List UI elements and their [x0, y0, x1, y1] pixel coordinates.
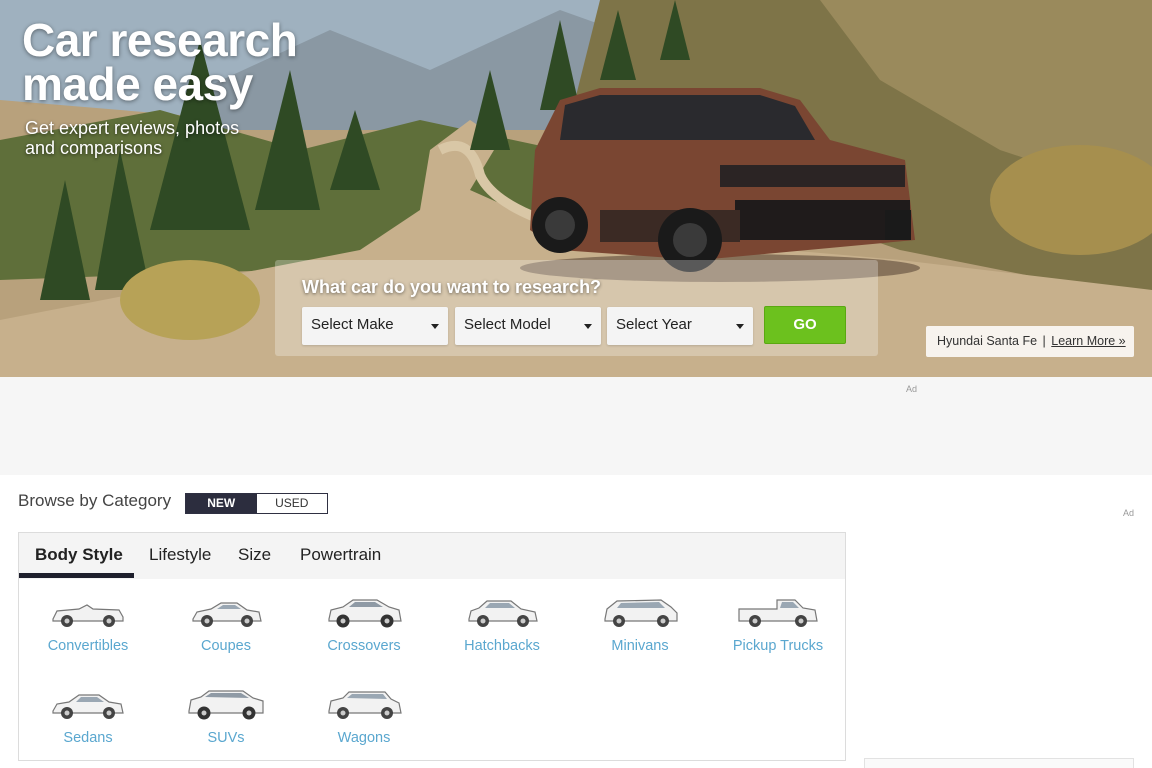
learn-more-link[interactable]: Learn More »	[1051, 334, 1125, 348]
side-ad-label: Ad	[1123, 508, 1135, 518]
go-button[interactable]: GO	[764, 306, 846, 344]
category-label: Convertibles	[47, 638, 129, 654]
select-make-value: Select Make	[311, 316, 394, 333]
select-model-dropdown[interactable]: Select Model	[455, 307, 601, 345]
category-panel: Body Style Lifestyle Size Powertrain Con…	[18, 532, 846, 761]
category-tabs: Body Style Lifestyle Size Powertrain	[19, 533, 845, 579]
category-label: SUVs	[207, 730, 245, 746]
hero-subtitle-line1: Get expert reviews, photos	[25, 118, 240, 138]
hero-title: Car research made easy	[22, 14, 298, 110]
category-coupes[interactable]: Coupes	[157, 597, 295, 654]
category-label: Hatchbacks	[464, 638, 540, 654]
active-tab-indicator	[19, 573, 134, 578]
hero-banner: Car research made easy Get expert review…	[0, 0, 1152, 377]
promo-separator: |	[1042, 334, 1046, 348]
coupe-icon	[192, 602, 262, 627]
sedan-icon	[52, 694, 124, 719]
category-minivans[interactable]: Minivans	[571, 597, 709, 654]
crossover-icon	[328, 599, 402, 628]
category-label: Wagons	[337, 730, 391, 746]
ad-label: Ad	[906, 384, 918, 394]
category-label: Sedans	[63, 730, 113, 746]
browse-title: Browse by Category	[18, 491, 172, 510]
select-year-value: Select Year	[616, 316, 692, 333]
search-question: What car do you want to research?	[302, 277, 602, 297]
hero-title-line2: made easy	[22, 58, 253, 110]
hatchback-icon	[468, 600, 538, 627]
pickup-truck-icon	[738, 599, 818, 627]
minivan-icon	[604, 599, 678, 627]
convertible-icon	[52, 604, 124, 627]
toggle-used[interactable]: USED	[256, 494, 327, 513]
category-sedans[interactable]: Sedans	[19, 689, 157, 746]
caret-down-icon	[584, 324, 592, 329]
select-year-dropdown[interactable]: Select Year	[607, 307, 753, 345]
hero-subtitle: Get expert reviews, photos and compariso…	[25, 118, 239, 158]
category-hatchbacks[interactable]: Hatchbacks	[433, 597, 571, 654]
caret-down-icon	[736, 324, 744, 329]
category-wagons[interactable]: Wagons	[295, 689, 433, 746]
hero-title-line1: Car research	[22, 14, 298, 66]
tab-powertrain[interactable]: Powertrain	[300, 545, 381, 565]
caret-down-icon	[431, 324, 439, 329]
tab-lifestyle[interactable]: Lifestyle	[149, 545, 211, 565]
select-make-dropdown[interactable]: Select Make	[302, 307, 448, 345]
select-model-value: Select Model	[464, 316, 551, 333]
wagon-icon	[328, 691, 402, 719]
suv-icon	[188, 690, 264, 720]
category-crossovers[interactable]: Crossovers	[295, 597, 433, 654]
tab-body-style[interactable]: Body Style	[35, 545, 123, 565]
category-suvs[interactable]: SUVs	[157, 689, 295, 746]
top-ad-slot: Ad	[0, 377, 1152, 475]
hero-subtitle-line2: and comparisons	[25, 138, 163, 158]
category-convertibles[interactable]: Convertibles	[19, 597, 157, 654]
sidebar-card	[864, 758, 1134, 768]
car-search-box: What car do you want to research? Select…	[275, 260, 878, 356]
category-label: Pickup Trucks	[732, 638, 824, 654]
category-label: Minivans	[611, 638, 669, 654]
promo-vehicle: Hyundai Santa Fe	[937, 334, 1038, 348]
category-label: Coupes	[201, 638, 251, 654]
category-label: Crossovers	[327, 638, 401, 654]
tab-size[interactable]: Size	[238, 545, 271, 565]
category-pickup-trucks[interactable]: Pickup Trucks	[709, 597, 847, 654]
new-used-toggle: NEW USED	[185, 493, 328, 514]
toggle-new[interactable]: NEW	[186, 494, 257, 513]
promo-caption: Hyundai Santa Fe | Learn More »	[926, 326, 1134, 357]
